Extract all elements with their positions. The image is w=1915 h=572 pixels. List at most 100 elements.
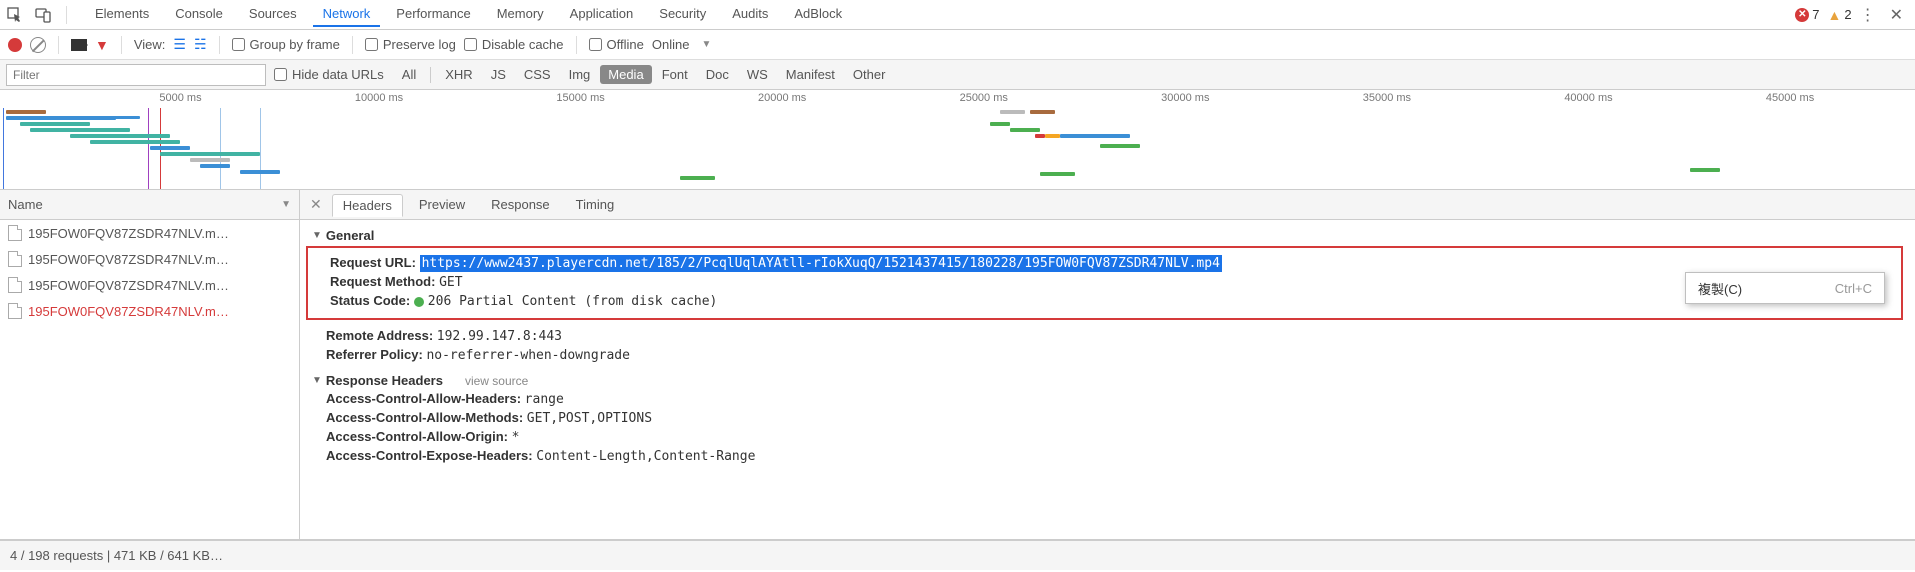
detail-body[interactable]: ▼General Request URL: https://www2437.pl… [300,220,1915,539]
name-column-header[interactable]: Name ▼ [0,190,299,220]
timeline-tick: 40000 ms [1564,92,1612,104]
tab-adblock[interactable]: AdBlock [784,2,852,27]
request-url-label: Request URL: [330,255,416,270]
type-filter-css[interactable]: CSS [516,65,559,84]
type-filter-manifest[interactable]: Manifest [778,65,843,84]
offline-checkbox[interactable]: Offline [589,37,644,52]
waterfall-icon[interactable]: ☵ [194,36,207,53]
view-source-link[interactable]: view source [465,374,528,388]
tab-memory[interactable]: Memory [487,2,554,27]
record-button[interactable] [8,38,22,52]
header-key: Access-Control-Expose-Headers: [326,448,533,463]
filter-toggle-icon[interactable]: ▼ [95,37,109,53]
request-method-label: Request Method: [330,274,435,289]
capture-screenshots-icon[interactable] [71,39,87,51]
type-filter-media[interactable]: Media [600,65,651,84]
tab-console[interactable]: Console [165,2,233,27]
section-response-headers-title: Response Headers [326,373,443,388]
tab-performance[interactable]: Performance [386,2,480,27]
context-menu-copy[interactable]: 複製(C) Ctrl+C [1686,273,1884,303]
tab-security[interactable]: Security [649,2,716,27]
device-toggle-icon[interactable] [34,6,52,24]
dtab-timing[interactable]: Timing [566,194,625,215]
request-list-item[interactable]: 195FOW0FQV87ZSDR47NLV.m… [0,298,299,324]
context-menu-copy-shortcut: Ctrl+C [1835,281,1872,296]
sort-indicator-icon: ▼ [281,199,291,210]
dtab-headers[interactable]: Headers [332,194,403,217]
type-filter-js[interactable]: JS [483,65,514,84]
clear-button[interactable] [30,37,46,53]
tab-network[interactable]: Network [313,2,381,27]
close-panel-icon[interactable]: ✕ [306,196,326,213]
file-icon [8,277,22,293]
filter-bar: Hide data URLs All XHR JS CSS Img Media … [0,60,1915,90]
main-tabs-bar: Elements Console Sources Network Perform… [0,0,1915,30]
timeline-chart [0,108,1915,189]
warning-count: 2 [1844,7,1851,22]
request-detail-panel: ✕ Headers Preview Response Timing ▼Gener… [300,190,1915,539]
type-filter-xhr[interactable]: XHR [437,65,480,84]
response-header-row: Access-Control-Allow-Methods: GET,POST,O… [326,410,1903,426]
tab-sources[interactable]: Sources [239,2,307,27]
type-filter-ws[interactable]: WS [739,65,776,84]
warning-count-badge[interactable]: ▲2 [1828,7,1852,23]
overflow-menu-icon[interactable]: ⋮ [1860,5,1876,25]
tab-application[interactable]: Application [560,2,644,27]
timeline-tick: 20000 ms [758,92,806,104]
dtab-response[interactable]: Response [481,194,560,215]
response-header-row: Access-Control-Allow-Origin: * [326,429,1903,445]
hide-data-urls-checkbox[interactable]: Hide data URLs [274,67,384,82]
request-name: 195FOW0FQV87ZSDR47NLV.m… [28,304,229,319]
status-code-label: Status Code: [330,293,410,308]
close-devtools-icon[interactable]: ✕ [1884,5,1909,25]
type-filter-font[interactable]: Font [654,65,696,84]
referrer-policy-label: Referrer Policy: [326,347,423,362]
large-rows-icon[interactable]: ☰ [173,36,186,53]
error-count: 7 [1812,7,1819,22]
file-icon [8,251,22,267]
section-response-headers[interactable]: ▼Response Headersview source [312,373,1903,388]
throttling-select[interactable]: Online ▼ [652,37,711,52]
header-value: Content-Length,Content-Range [536,449,755,464]
timeline-tick: 10000 ms [355,92,403,104]
preserve-log-checkbox[interactable]: Preserve log [365,37,456,52]
type-filter-other[interactable]: Other [845,65,894,84]
timeline-tick: 5000 ms [159,92,201,104]
request-list-panel: Name ▼ 195FOW0FQV87ZSDR47NLV.m…195FOW0FQ… [0,190,300,539]
response-header-row: Access-Control-Allow-Headers: range [326,391,1903,407]
header-value: * [512,430,520,445]
status-code-value: 206 Partial Content (from disk cache) [428,294,718,309]
dtab-preview[interactable]: Preview [409,194,475,215]
section-general[interactable]: ▼General [312,228,1903,243]
type-filter-doc[interactable]: Doc [698,65,737,84]
referrer-policy-value: no-referrer-when-downgrade [426,348,630,363]
filter-input[interactable] [6,64,266,86]
throttling-value: Online [652,37,690,52]
name-column-label: Name [8,197,43,212]
request-list-item[interactable]: 195FOW0FQV87ZSDR47NLV.m… [0,272,299,298]
timeline-tick: 15000 ms [556,92,604,104]
chevron-down-icon: ▼ [701,39,711,50]
request-list-item[interactable]: 195FOW0FQV87ZSDR47NLV.m… [0,246,299,272]
tab-elements[interactable]: Elements [85,2,159,27]
timeline-overview[interactable]: 5000 ms10000 ms15000 ms20000 ms25000 ms3… [0,90,1915,190]
inspect-icon[interactable] [6,6,24,24]
error-count-badge[interactable]: ✕7 [1795,7,1819,22]
section-general-title: General [326,228,374,243]
type-filter-all[interactable]: All [394,65,424,84]
timeline-tick: 25000 ms [960,92,1008,104]
request-list-item[interactable]: 195FOW0FQV87ZSDR47NLV.m… [0,220,299,246]
network-toolbar: ▼ View: ☰ ☵ Group by frame Preserve log … [0,30,1915,60]
request-list[interactable]: 195FOW0FQV87ZSDR47NLV.m… 195FOW0FQV87ZSDR… [0,220,299,539]
disable-cache-checkbox[interactable]: Disable cache [464,37,564,52]
type-filter-img[interactable]: Img [561,65,599,84]
request-url-value[interactable]: https://www2437.playercdn.net/185/2/Pcql… [420,255,1222,272]
tab-audits[interactable]: Audits [722,2,778,27]
header-key: Access-Control-Allow-Origin: [326,429,508,444]
group-by-frame-checkbox[interactable]: Group by frame [232,37,340,52]
status-bar-text: 4 / 198 requests | 471 KB / 641 KB… [10,548,223,563]
header-value: GET,POST,OPTIONS [527,411,652,426]
disable-cache-label: Disable cache [482,37,564,52]
request-name: 195FOW0FQV87ZSDR47NLV.m… [28,252,229,267]
timeline-tick: 45000 ms [1766,92,1814,104]
